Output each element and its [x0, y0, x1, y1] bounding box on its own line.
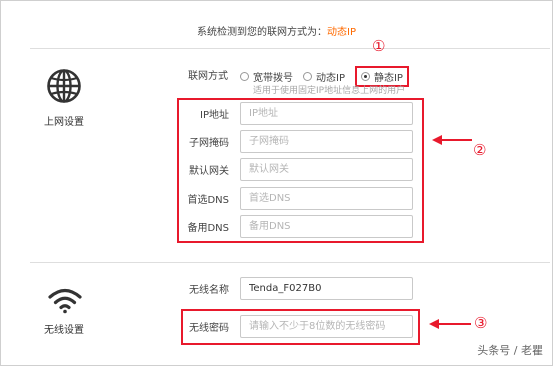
static-ip-hint: 适用于使用固定IP地址信息上网的用户	[253, 86, 406, 96]
gateway-input[interactable]	[240, 158, 413, 181]
radio-pppoe-circle[interactable]	[240, 72, 249, 81]
globe-icon	[47, 69, 81, 103]
wifi-icon	[48, 288, 82, 314]
radio-dhcp-label: 动态IP	[316, 73, 345, 84]
primary-dns-label: 首选DNS	[187, 195, 229, 206]
wifi-name-input[interactable]	[240, 277, 413, 300]
wifi-password-input[interactable]	[240, 315, 413, 338]
subnet-mask-row: 子网掩码	[178, 130, 413, 153]
internet-settings-label: 上网设置	[44, 117, 84, 128]
wifi-name-label: 无线名称	[189, 285, 229, 296]
gateway-label: 默认网关	[189, 166, 229, 177]
wifi-password-label: 无线密码	[189, 323, 229, 334]
primary-dns-input[interactable]	[240, 187, 413, 210]
annotation-three: ③	[474, 314, 488, 332]
secondary-dns-row: 备用DNS	[178, 215, 413, 238]
wireless-settings-label: 无线设置	[44, 325, 84, 336]
detect-message: 系统检测到您的联网方式为：动态IP	[0, 23, 553, 38]
gateway-row: 默认网关	[178, 158, 413, 181]
detect-type: 动态IP	[327, 27, 356, 38]
secondary-dns-input[interactable]	[240, 215, 413, 238]
radio-pppoe[interactable]: 宽带拨号	[240, 69, 293, 84]
divider-top	[30, 48, 550, 49]
radio-static-circle[interactable]	[360, 72, 370, 81]
subnet-mask-label: 子网掩码	[189, 138, 229, 149]
ip-address-row: IP地址	[178, 102, 413, 125]
primary-dns-row: 首选DNS	[178, 187, 413, 210]
ip-address-input[interactable]	[240, 102, 413, 125]
radio-dhcp-circle[interactable]	[303, 72, 312, 81]
annotation-arrow-three	[429, 319, 471, 329]
ip-address-label: IP地址	[200, 110, 229, 121]
detect-prefix: 系统检测到您的联网方式为：	[197, 27, 327, 38]
subnet-mask-input[interactable]	[240, 130, 413, 153]
wifi-password-row: 无线密码	[178, 315, 413, 338]
annotation-arrow-two	[432, 135, 472, 145]
radio-pppoe-label: 宽带拨号	[253, 73, 293, 84]
divider-middle	[30, 262, 550, 263]
annotation-two: ②	[473, 141, 487, 159]
connection-mode-label: 联网方式	[188, 71, 228, 82]
wifi-name-row: 无线名称	[178, 277, 413, 300]
watermark: 头条号 / 老瞿	[477, 344, 543, 357]
annotation-one: ①	[372, 37, 386, 55]
radio-dhcp[interactable]: 动态IP	[303, 69, 345, 84]
radio-static-label: 静态IP	[373, 73, 403, 84]
secondary-dns-label: 备用DNS	[187, 223, 229, 234]
